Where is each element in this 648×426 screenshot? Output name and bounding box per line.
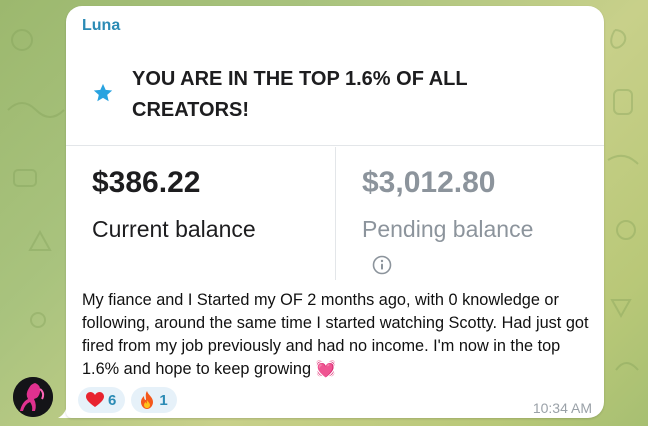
- reactions-bar: 6 1: [78, 387, 177, 413]
- reaction-fire[interactable]: 1: [131, 387, 177, 413]
- message-text: My fiance and I Started my OF 2 months a…: [82, 291, 589, 378]
- sender-avatar[interactable]: [13, 377, 53, 417]
- reaction-fire-count: 1: [159, 391, 168, 409]
- avatar-figure-icon: [13, 377, 53, 417]
- message-bubble[interactable]: Luna YOU ARE IN THE TOP 1.6% OF ALL CREA…: [66, 6, 604, 418]
- message-timestamp: 10:34 AM: [532, 400, 592, 416]
- sender-name[interactable]: Luna: [82, 17, 120, 35]
- heart-icon: [86, 392, 104, 407]
- achievement-headline: YOU ARE IN THE TOP 1.6% OF ALL CREATORS!: [132, 68, 468, 121]
- pending-balance-label: Pending balance: [362, 216, 534, 242]
- current-balance-label: Current balance: [92, 216, 256, 242]
- info-icon[interactable]: [372, 255, 392, 275]
- balance-divider: [335, 147, 336, 280]
- pending-balance-amount: $3,012.80: [362, 166, 496, 199]
- reaction-heart[interactable]: 6: [78, 387, 126, 413]
- star-icon: [93, 83, 113, 102]
- fire-icon: [141, 391, 154, 409]
- reaction-heart-count: 6: [108, 391, 117, 409]
- current-balance-amount: $386.22: [92, 166, 201, 199]
